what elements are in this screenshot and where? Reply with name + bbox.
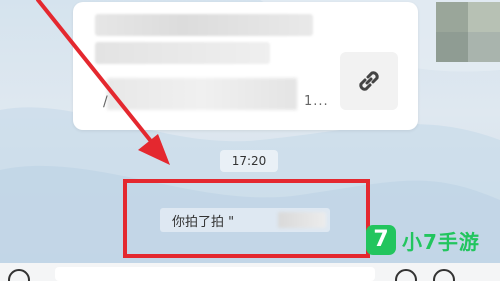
link-icon <box>359 71 379 91</box>
description-suffix: 1... <box>304 94 329 109</box>
watermark-text: 小7手游 <box>402 230 480 254</box>
watermark-badge: 7 <box>366 225 396 255</box>
description-prefix: / <box>103 94 108 110</box>
watermark-logo: 7 小7手游 <box>366 220 500 264</box>
avatar[interactable] <box>436 2 500 62</box>
message-timestamp: 17:20 <box>220 150 278 172</box>
message-input[interactable] <box>55 267 375 281</box>
blurred-title <box>95 14 313 36</box>
chat-screen: / 1... 17:20 你拍了拍 " 7 小7手游 <box>0 0 500 281</box>
blurred-description <box>107 78 297 110</box>
link-message-card[interactable]: / 1... <box>73 2 418 130</box>
highlight-box <box>123 179 370 258</box>
blurred-subtitle <box>95 42 270 64</box>
link-description: / 1... <box>89 76 328 110</box>
link-thumbnail <box>340 52 398 110</box>
